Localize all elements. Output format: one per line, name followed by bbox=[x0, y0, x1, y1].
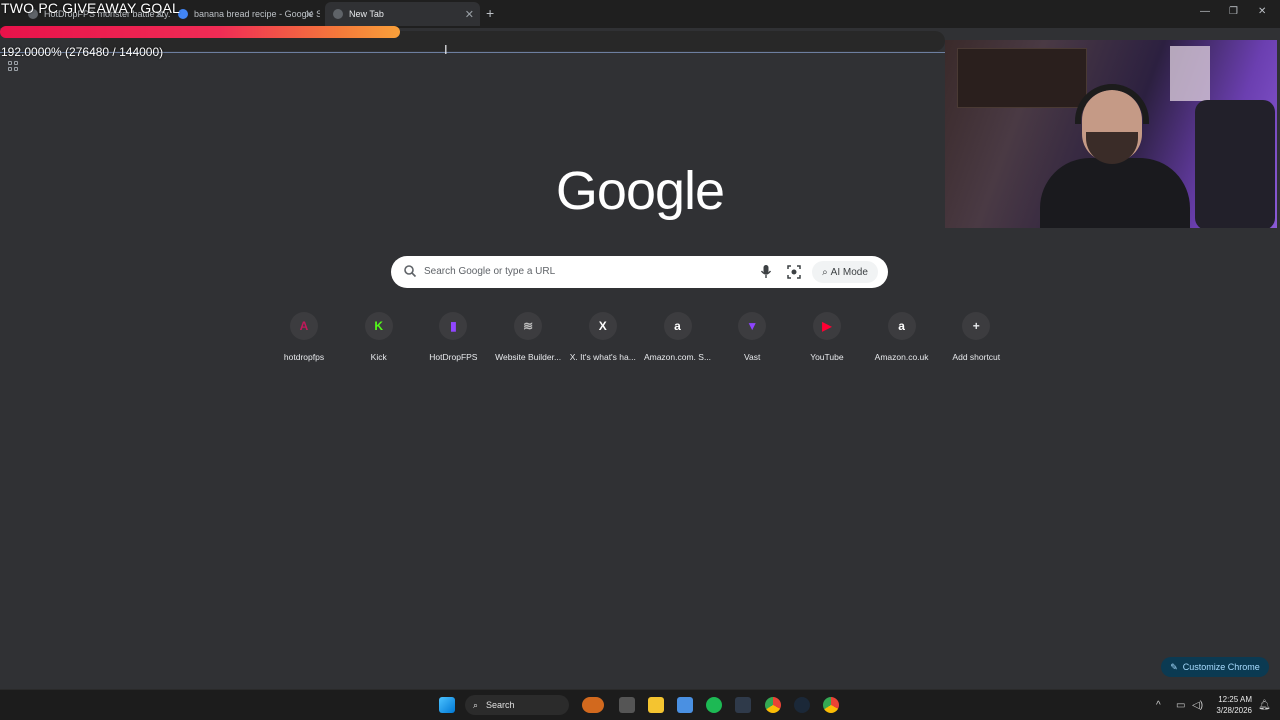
notifications-icon[interactable]: 🔔︎ bbox=[1258, 700, 1271, 711]
steam-icon[interactable] bbox=[794, 697, 810, 713]
google-logo: Google bbox=[555, 161, 725, 221]
shortcut-tile[interactable]: Ahotdropfps bbox=[267, 312, 341, 362]
widget-image-icon[interactable] bbox=[582, 697, 604, 713]
ai-mode-button[interactable]: ⌕ AI Mode bbox=[812, 261, 878, 283]
shortcut-label: YouTube bbox=[810, 352, 844, 362]
squarespace-icon: ≋ bbox=[514, 312, 543, 340]
shortcut-label: Vast bbox=[743, 352, 761, 362]
hudfx-icon[interactable] bbox=[735, 697, 751, 713]
shortcut-label: hotdropfps bbox=[283, 352, 325, 362]
close-window-icon[interactable]: ✕ bbox=[1258, 6, 1266, 17]
goal-progress-bar bbox=[0, 26, 400, 38]
task-view-icon[interactable] bbox=[619, 697, 635, 713]
text-cursor-icon: I bbox=[444, 42, 448, 57]
tab-banana-bread[interactable]: banana bread recipe - Google S ✕ bbox=[170, 2, 320, 26]
windows-taskbar: ⌕ Search ^ ▭ ◁) 12:25 AM 3/28/2026 🔔︎ bbox=[0, 689, 1280, 720]
shortcut-tile[interactable]: ▮ HotDropFPS bbox=[416, 312, 490, 362]
customize-chrome-label: Customize Chrome bbox=[1182, 662, 1260, 672]
x-icon: X bbox=[588, 312, 617, 340]
tray-chevron-icon[interactable]: ^ bbox=[1156, 700, 1161, 711]
network-icon[interactable]: ▭ bbox=[1176, 700, 1185, 711]
shortcut-tile[interactable]: ≋ Website Builder... bbox=[491, 312, 565, 362]
microphone-icon[interactable] bbox=[759, 264, 773, 280]
goal-progress-text: 192.0000% (276480 / 144000) bbox=[1, 45, 164, 59]
close-icon[interactable]: ✕ bbox=[465, 8, 474, 21]
tab-new-tab[interactable]: New Tab ✕ bbox=[325, 2, 480, 26]
chrome-canary-icon[interactable] bbox=[823, 697, 839, 713]
chrome-favicon-icon bbox=[333, 9, 343, 19]
clock-time: 12:25 AM bbox=[1218, 695, 1252, 704]
ai-mode-label: AI Mode bbox=[830, 266, 868, 278]
shortcut-tile[interactable]: K Kick bbox=[342, 312, 416, 362]
search-icon bbox=[404, 265, 417, 278]
clock-date: 3/28/2026 bbox=[1216, 706, 1252, 715]
vast-icon: ▼ bbox=[738, 312, 767, 340]
twitch-icon: ▮ bbox=[439, 312, 468, 340]
webcam-person-body bbox=[1040, 158, 1190, 228]
webcam-background-cabinet bbox=[957, 48, 1087, 108]
webcam-chair bbox=[1195, 100, 1275, 228]
search-box[interactable]: Search Google or type a URL ⌕ AI Mode bbox=[391, 256, 888, 288]
shortcut-label: Website Builder... bbox=[495, 352, 562, 362]
shortcut-label: Kick bbox=[370, 352, 387, 362]
youtube-icon: ▶ bbox=[812, 312, 841, 340]
webcam-feed bbox=[945, 40, 1277, 228]
spotify-icon[interactable] bbox=[706, 697, 722, 713]
shortcut-label: X. It's what's ha... bbox=[569, 352, 636, 362]
shortcut-tile[interactable]: a Amazon.co.uk bbox=[865, 312, 939, 362]
shortcut-tile[interactable]: a Amazon.com. S... bbox=[641, 312, 715, 362]
tab-strip: HotDropFPS monster battle sty... ✕ banan… bbox=[0, 0, 1280, 28]
taskbar-search[interactable]: ⌕ Search bbox=[465, 695, 569, 715]
shortcut-label: Add shortcut bbox=[952, 352, 1001, 362]
chrome-icon[interactable] bbox=[765, 697, 781, 713]
taskbar-search-label: Search bbox=[486, 700, 515, 710]
plus-icon: + bbox=[962, 312, 991, 340]
shortcut-tile[interactable]: X X. It's what's ha... bbox=[566, 312, 640, 362]
new-tab-button[interactable]: + bbox=[486, 5, 494, 21]
shortcut-tile[interactable]: + Add shortcut bbox=[939, 312, 1013, 362]
system-clock[interactable]: 12:25 AM 3/28/2026 bbox=[1210, 694, 1252, 716]
ai-search-icon: ⌕ bbox=[822, 266, 828, 278]
webcam-background-window bbox=[1170, 46, 1210, 101]
tab-label: New Tab bbox=[349, 9, 384, 19]
volume-icon[interactable]: ◁) bbox=[1192, 700, 1203, 711]
amazon-icon: a bbox=[663, 312, 692, 340]
customize-chrome-button[interactable]: ✎ Customize Chrome bbox=[1161, 657, 1269, 677]
apps-grid-icon[interactable] bbox=[8, 61, 18, 71]
search-input[interactable]: Search Google or type a URL bbox=[424, 266, 555, 277]
tab-label: banana bread recipe - Google S bbox=[194, 9, 320, 19]
notepad-icon[interactable] bbox=[677, 697, 693, 713]
minimize-icon[interactable]: — bbox=[1200, 6, 1210, 17]
giveaway-goal-title: TWO PC GIVEAWAY GOAL bbox=[1, 0, 181, 16]
google-lens-icon[interactable] bbox=[786, 264, 802, 280]
file-explorer-icon[interactable] bbox=[648, 697, 664, 713]
pencil-icon: ✎ bbox=[1170, 661, 1178, 672]
shortcut-label: Amazon.com. S... bbox=[643, 352, 712, 362]
hotdrop-icon: A bbox=[290, 312, 318, 340]
restore-icon[interactable]: ❐ bbox=[1229, 6, 1238, 17]
amazon-icon: a bbox=[887, 312, 916, 340]
shortcut-tile[interactable]: ▼ Vast bbox=[715, 312, 789, 362]
search-icon: ⌕ bbox=[473, 699, 479, 710]
windows-start-icon[interactable] bbox=[439, 697, 455, 713]
close-icon[interactable]: ✕ bbox=[305, 8, 314, 21]
kick-icon: K bbox=[364, 312, 393, 340]
shortcut-tile[interactable]: ▶ YouTube bbox=[790, 312, 864, 362]
shortcut-label: HotDropFPS bbox=[429, 352, 478, 362]
shortcut-label: Amazon.co.uk bbox=[874, 352, 929, 362]
